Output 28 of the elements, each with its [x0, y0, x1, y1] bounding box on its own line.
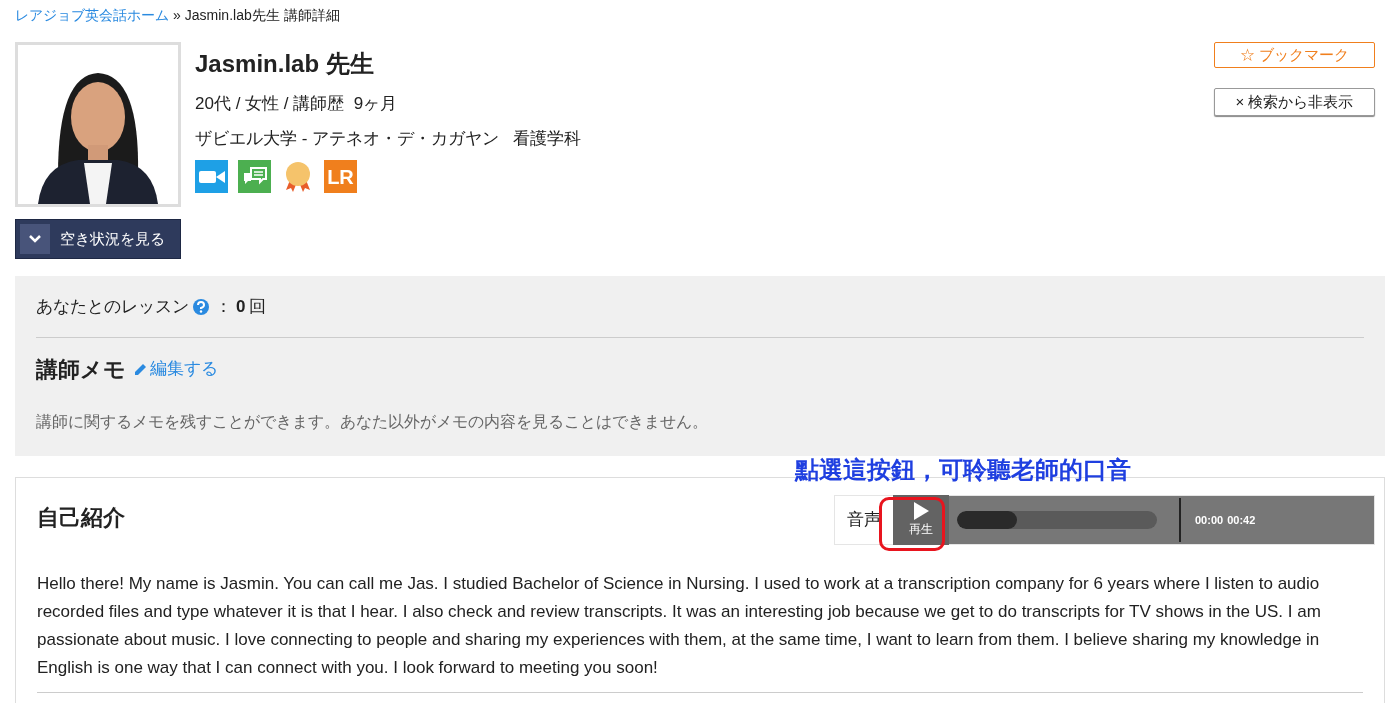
- help-icon[interactable]: [193, 298, 209, 315]
- annotation-text: 點選這按鈕，可聆聽老師的口音: [795, 455, 1131, 485]
- memo-note: 講師に関するメモを残すことができます。あなた以外がメモの内容を見ることはできません。: [36, 412, 709, 432]
- chevron-down-icon: [20, 224, 50, 254]
- breadcrumb-separator: »: [173, 5, 181, 25]
- introduction-title: 自己紹介: [37, 503, 125, 532]
- lessons-separator: ：: [215, 295, 232, 318]
- introduction-text: Hello there! My name is Jasmin. You can call me Jas. I studied Bachelor of Science in Nursing. I used to work at a transcription company for 6 years where I listen to audio recorded files and type whatever it is that I hear. I also check and review transcripts. It was an interesting job because we get to do transcripts for TV shows in the US. I am passionate about music. I love connecting to people and sharing my experiences with them, at the same time, I want to learn from them. I believe sharing my knowledge in English is one way that I can connect with you. I look forward to meeting you soon!: [37, 556, 1363, 693]
- pencil-icon: [134, 362, 148, 376]
- play-icon: [913, 502, 929, 520]
- lr-badge: LR: [324, 160, 357, 193]
- hide-button[interactable]: × 検索から非表示: [1214, 88, 1375, 116]
- tutor-profile: 20代 / 女性 / 講師歴 9ヶ月: [195, 93, 399, 116]
- breadcrumb-current: Jasmin.lab先生 講師詳細: [184, 5, 340, 25]
- current-time: 00:00: [1195, 512, 1224, 528]
- tutor-education: ザビエル大学 - アテネオ・デ・カガヤン 看護学科: [195, 128, 583, 151]
- lessons-label: あなたとのレッスン: [36, 295, 189, 318]
- breadcrumb-link[interactable]: レアジョブ英会話ホーム: [15, 4, 169, 26]
- progress-track[interactable]: [957, 511, 1157, 529]
- play-button[interactable]: 再生: [893, 495, 949, 545]
- lessons-unit: 回: [249, 295, 267, 318]
- lessons-count: 0: [236, 295, 246, 318]
- duration-time: 00:42: [1227, 512, 1256, 528]
- availability-button[interactable]: 空き状況を見る: [15, 219, 181, 259]
- edit-link[interactable]: 編集する: [134, 356, 218, 382]
- tutor-name: Jasmin.lab 先生: [195, 49, 375, 79]
- highlight-frame: [879, 497, 945, 551]
- memo-title: 講師メモ: [36, 355, 126, 384]
